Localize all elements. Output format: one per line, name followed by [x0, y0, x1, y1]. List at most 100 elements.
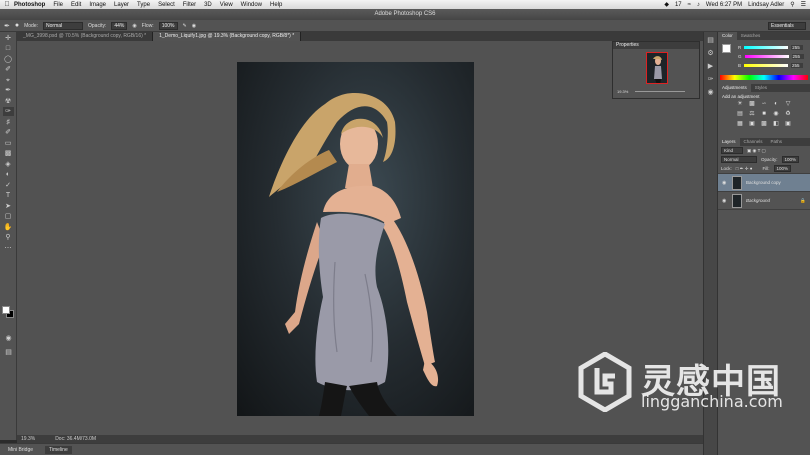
- brush-preset-icon[interactable]: ●: [15, 22, 19, 29]
- spotlight-icon[interactable]: ⚲: [790, 1, 794, 8]
- lasso-tool-icon[interactable]: ◯: [3, 55, 14, 64]
- tab-color[interactable]: Color: [718, 32, 737, 40]
- status-zoom[interactable]: 19.3%: [21, 436, 35, 442]
- crop-tool-icon[interactable]: ⌖: [3, 76, 14, 85]
- document-tab[interactable]: _MG_3998.psd @ 70.5% (Background copy, R…: [17, 32, 154, 41]
- blend-mode-select[interactable]: Normal: [721, 156, 757, 163]
- visibility-eye-icon[interactable]: ◉: [722, 180, 728, 186]
- menu-view[interactable]: View: [220, 2, 233, 8]
- threshold-icon[interactable]: ◧: [772, 121, 780, 128]
- layer-name[interactable]: Background: [746, 198, 770, 203]
- menu-layer[interactable]: Layer: [114, 2, 129, 8]
- green-value[interactable]: 255: [791, 53, 804, 59]
- screen-mode-icon[interactable]: ▤: [3, 348, 14, 357]
- exposure-icon[interactable]: ◐: [772, 101, 780, 108]
- green-slider[interactable]: [744, 54, 789, 58]
- marquee-tool-icon[interactable]: □: [3, 44, 14, 53]
- notifications-icon[interactable]: ☰: [801, 1, 806, 8]
- black-white-icon[interactable]: ■: [760, 111, 768, 118]
- flow-field[interactable]: 100%: [158, 21, 178, 30]
- pressure-size-icon[interactable]: ◉: [192, 23, 196, 29]
- app-menu[interactable]: Photoshop: [14, 2, 45, 8]
- tab-channels[interactable]: Channels: [740, 138, 767, 146]
- posterize-icon[interactable]: ▩: [760, 121, 768, 128]
- quick-select-tool-icon[interactable]: ✐: [3, 65, 14, 74]
- photo-filter-icon[interactable]: ◉: [772, 111, 780, 118]
- tab-timeline[interactable]: Timeline: [45, 445, 72, 454]
- dropbox-icon[interactable]: ◆: [664, 1, 669, 8]
- history-panel-icon[interactable]: ▤: [706, 36, 715, 45]
- workspace-select[interactable]: Essentials: [768, 22, 806, 30]
- pressure-opacity-icon[interactable]: ◉: [132, 23, 136, 29]
- layer-thumbnail[interactable]: [732, 175, 742, 190]
- selective-color-icon[interactable]: ▣: [784, 121, 792, 128]
- clone-source-panel-icon[interactable]: ◉: [706, 88, 715, 97]
- layer-kind-select[interactable]: Kind: [721, 147, 743, 154]
- menu-image[interactable]: Image: [89, 2, 106, 8]
- hue-saturation-icon[interactable]: ▤: [736, 111, 744, 118]
- red-slider[interactable]: [744, 45, 789, 49]
- actions-panel-icon[interactable]: ▶: [706, 62, 715, 71]
- more-tools-icon[interactable]: ⋯: [3, 244, 14, 253]
- menu-window[interactable]: Window: [241, 2, 262, 8]
- foreground-color-swatch[interactable]: [2, 306, 10, 314]
- gradient-tool-icon[interactable]: ▩: [3, 149, 14, 158]
- path-selection-tool-icon[interactable]: ➤: [3, 202, 14, 211]
- color-lookup-icon[interactable]: ▦: [736, 121, 744, 128]
- menu-type[interactable]: Type: [137, 2, 150, 8]
- volume-icon[interactable]: ♪: [697, 2, 700, 8]
- curves-icon[interactable]: ∽: [760, 101, 768, 108]
- red-value[interactable]: 255: [791, 44, 804, 50]
- blur-tool-icon[interactable]: ◈: [3, 160, 14, 169]
- menu-help[interactable]: Help: [270, 2, 282, 8]
- channel-mixer-icon[interactable]: ♻: [784, 111, 792, 118]
- menu-edit[interactable]: Edit: [71, 2, 81, 8]
- zoom-tool-icon[interactable]: ⚲: [3, 233, 14, 242]
- healing-brush-tool-icon[interactable]: ☢: [3, 97, 14, 106]
- apple-menu-icon[interactable]: : [0, 1, 14, 8]
- history-brush-tool-icon[interactable]: ✐: [3, 128, 14, 137]
- layer-name[interactable]: Background copy: [746, 180, 781, 185]
- brush-tool-icon[interactable]: ✑: [2, 107, 14, 116]
- menu-select[interactable]: Select: [158, 2, 175, 8]
- brush-panel-icon[interactable]: ✑: [706, 75, 715, 84]
- tab-styles[interactable]: Styles: [751, 84, 771, 92]
- properties-zoom-slider[interactable]: [635, 91, 685, 92]
- dodge-tool-icon[interactable]: ◐: [3, 170, 14, 179]
- levels-icon[interactable]: ▩: [748, 101, 756, 108]
- tab-swatches[interactable]: Swatches: [737, 32, 765, 40]
- tab-mini-bridge[interactable]: Mini Bridge: [4, 446, 37, 454]
- blue-value[interactable]: 255: [791, 62, 804, 68]
- airbrush-icon[interactable]: ✎: [183, 23, 187, 29]
- hand-tool-icon[interactable]: ✋: [3, 223, 14, 232]
- properties-zoom[interactable]: 19.3%: [617, 89, 628, 94]
- color-balance-icon[interactable]: ⚖: [748, 111, 756, 118]
- user-name[interactable]: Lindsay Adler: [748, 2, 784, 8]
- pen-tool-icon[interactable]: ✓: [3, 181, 14, 190]
- layer-fill-field[interactable]: 100%: [773, 165, 792, 172]
- quick-mask-icon[interactable]: ◉: [3, 334, 14, 343]
- lock-icons[interactable]: □ ✒ ✛ ●: [736, 166, 753, 172]
- color-spectrum[interactable]: [720, 75, 808, 80]
- move-tool-icon[interactable]: ✛: [3, 34, 14, 43]
- layer-opacity-field[interactable]: 100%: [781, 156, 800, 163]
- menu-filter[interactable]: Filter: [183, 2, 196, 8]
- vibrance-icon[interactable]: ▽: [784, 101, 792, 108]
- tab-layers[interactable]: Layers: [718, 138, 740, 146]
- eyedropper-tool-icon[interactable]: ✒: [3, 86, 14, 95]
- properties-panel-icon[interactable]: ⚙: [706, 49, 715, 58]
- document-image[interactable]: [237, 62, 474, 416]
- layer-row-background-copy[interactable]: ◉ Background copy: [718, 173, 810, 191]
- document-tab-active[interactable]: 1_Demo_Liquify1.jpg @ 19.3% (Background …: [153, 32, 302, 41]
- layer-thumbnail[interactable]: [732, 193, 742, 208]
- opacity-field[interactable]: 44%: [111, 21, 128, 30]
- clone-stamp-tool-icon[interactable]: ♯: [3, 118, 14, 127]
- shape-tool-icon[interactable]: ▢: [3, 212, 14, 221]
- mode-select[interactable]: Normal: [43, 21, 84, 30]
- color-foreground-box[interactable]: [722, 44, 731, 53]
- clock[interactable]: Wed 6:27 PM: [706, 2, 742, 8]
- layer-row-background[interactable]: ◉ Background 🔒: [718, 191, 810, 209]
- blue-slider[interactable]: [744, 63, 789, 67]
- tab-paths[interactable]: Paths: [767, 138, 787, 146]
- menu-3d[interactable]: 3D: [204, 2, 212, 8]
